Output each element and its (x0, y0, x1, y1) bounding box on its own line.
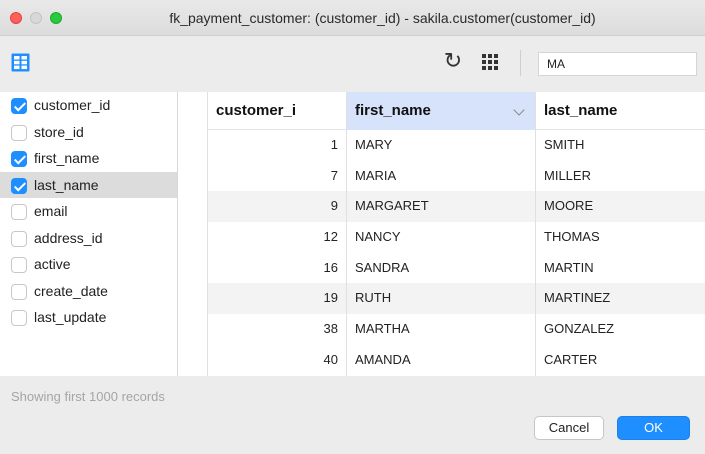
table-row[interactable]: 38 MARTHA GONZALEZ (208, 314, 705, 345)
table-cell-customer-id: 16 (208, 252, 347, 284)
column-checkbox[interactable] (11, 151, 27, 167)
column-item-label: last_name (34, 176, 99, 193)
search-input[interactable] (538, 52, 697, 76)
table-cell-last-name: MOORE (544, 198, 594, 214)
table-cell-last-name: GONZALEZ (544, 321, 615, 337)
table-cell-first-name: MARY (347, 130, 536, 161)
status-text: Showing first 1000 records (11, 389, 165, 404)
column-item-active[interactable]: active (0, 251, 177, 278)
window-title: fk_payment_customer: (customer_id) - sak… (169, 10, 596, 26)
column-header-first-name[interactable]: first_name (347, 92, 536, 130)
table-cell-first-name: SANDRA (347, 252, 536, 284)
table-cell-customer-id: 38 (208, 314, 347, 345)
column-checkbox[interactable] (11, 204, 27, 220)
column-item-label: store_id (34, 123, 84, 140)
table-cell-last-name: THOMAS (544, 229, 600, 245)
columns-grid-icon[interactable] (481, 53, 499, 71)
column-header-last-name[interactable]: last_name (536, 92, 705, 130)
column-item-last-update[interactable]: last_update (0, 304, 177, 331)
column-checkbox[interactable] (11, 283, 27, 300)
table-cell-first-name: AMANDA (347, 344, 536, 376)
table-row[interactable]: 40 AMANDA CARTER (208, 344, 705, 376)
table-cell-last-name: MARTINEZ (544, 290, 611, 306)
column-item-first-name[interactable]: first_name (0, 145, 177, 172)
column-item-create-date[interactable]: create_date (0, 278, 177, 305)
column-item-label: address_id (34, 229, 103, 246)
table-row[interactable]: 12 NANCY THOMAS (208, 222, 705, 253)
footer: Showing first 1000 records Cancel OK (0, 376, 705, 454)
column-item-label: first_name (34, 150, 100, 167)
toolbar-divider (520, 50, 521, 76)
table-cell-customer-id: 40 (208, 344, 347, 376)
toolbar: ↻ (0, 36, 705, 92)
column-checkbox[interactable] (11, 230, 27, 247)
table-cell-first-name: NANCY (347, 222, 536, 253)
column-item-email[interactable]: email (0, 198, 177, 225)
column-header-label: first_name (355, 102, 431, 119)
column-header-customer-id[interactable]: customer_i (208, 92, 347, 130)
title-bar: fk_payment_customer: (customer_id) - sak… (0, 0, 705, 36)
table-row[interactable]: 1 MARY SMITH (208, 130, 705, 161)
ok-button[interactable]: OK (617, 416, 690, 440)
column-item-address-id[interactable]: address_id (0, 225, 177, 252)
table-cell-last-name: MILLER (544, 167, 591, 183)
column-item-customer-id[interactable]: customer_id (0, 92, 177, 119)
column-item-last-name[interactable]: last_name (0, 171, 177, 198)
column-item-label: create_date (34, 282, 108, 299)
table-cell-first-name: MARTHA (347, 314, 536, 345)
table-cell-last-name: MARTIN (544, 259, 594, 275)
table-row[interactable]: 9 MARGARET MOORE (208, 191, 705, 223)
column-item-store-id[interactable]: store_id (0, 119, 177, 146)
table-cell-customer-id: 19 (208, 283, 347, 315)
table-view-icon[interactable] (11, 53, 30, 72)
table-row[interactable]: 19 RUTH MARTINEZ (208, 283, 705, 315)
table-cell-first-name: MARIA (347, 160, 536, 192)
column-checkbox[interactable] (11, 177, 27, 194)
cancel-button[interactable]: Cancel (534, 416, 604, 440)
column-item-label: last_update (34, 309, 107, 326)
column-item-label: customer_id (34, 97, 111, 114)
table-cell-last-name: CARTER (544, 351, 598, 367)
table-row[interactable]: 7 MARIA MILLER (208, 160, 705, 192)
column-checkbox[interactable] (11, 98, 27, 114)
column-checkbox[interactable] (11, 310, 27, 326)
table-body: 1 MARY SMITH 7 MARIA MILLER 9 MARGARET MOORE 12 NA… (208, 130, 705, 376)
refresh-icon[interactable]: ↻ (441, 50, 465, 74)
table-cell-first-name: RUTH (347, 283, 536, 315)
column-item-label: email (34, 203, 68, 220)
table-row[interactable]: 16 SANDRA MARTIN (208, 252, 705, 284)
chevron-down-icon[interactable] (513, 104, 525, 116)
data-table: customer_i first_name last_name 1 MARY SMI… (178, 92, 705, 376)
table-cell-customer-id: 9 (208, 191, 347, 223)
column-checkbox[interactable] (11, 124, 27, 141)
table-cell-customer-id: 1 (208, 130, 347, 161)
column-checkbox[interactable] (11, 257, 27, 273)
table-header: customer_i first_name last_name (208, 92, 705, 130)
column-list: customer_id store_id first_name last_nameem… (0, 92, 178, 376)
column-item-label: active (34, 256, 71, 273)
table-cell-customer-id: 7 (208, 160, 347, 192)
dialog-window: fk_payment_customer: (customer_id) - sak… (0, 0, 705, 454)
table-cell-first-name: MARGARET (347, 191, 536, 223)
row-gutter (178, 92, 208, 376)
table-cell-customer-id: 12 (208, 222, 347, 253)
table-cell-last-name: SMITH (544, 137, 585, 152)
